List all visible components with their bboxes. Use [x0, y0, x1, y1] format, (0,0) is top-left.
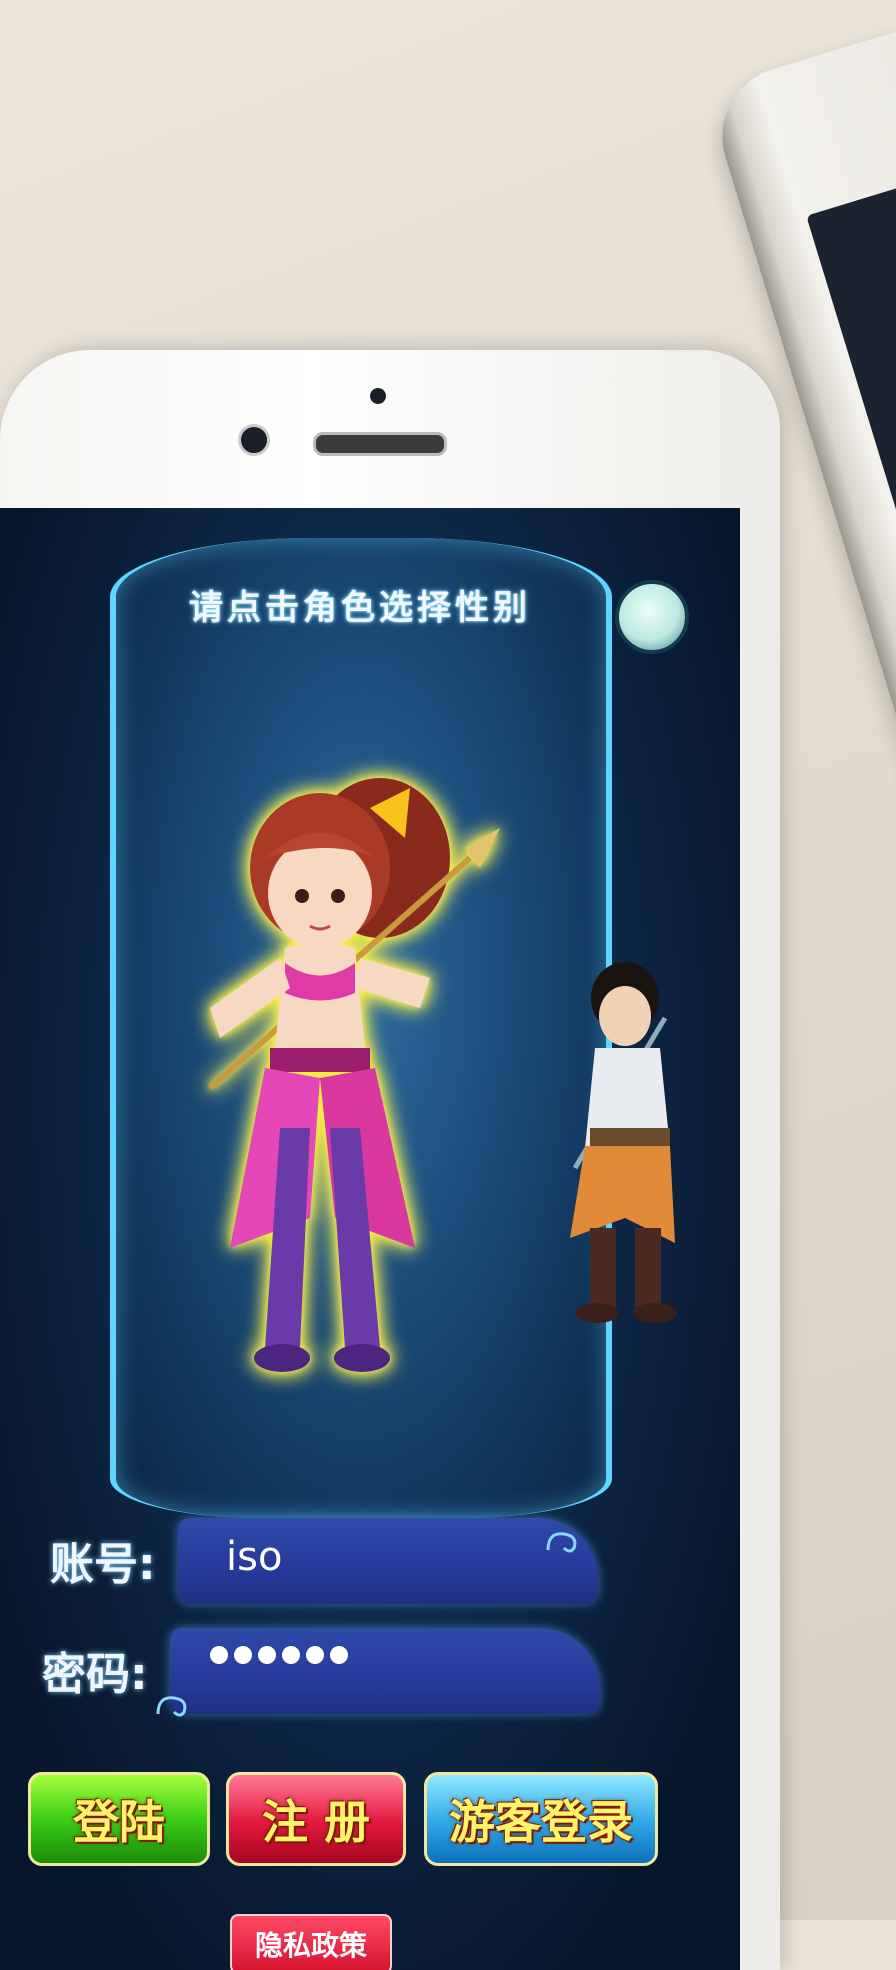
password-field[interactable]: ●●●●●● [156, 1628, 600, 1717]
password-label: 密码: [42, 1649, 148, 1700]
privacy-policy-button[interactable]: 隐私政策 [230, 1914, 392, 1970]
earpiece-speaker [313, 432, 447, 456]
female-character[interactable] [170, 748, 530, 1388]
cloud-swirl-icon [546, 1532, 577, 1553]
male-character[interactable] [555, 958, 715, 1328]
account-value: iso [226, 1534, 283, 1580]
password-value [210, 1646, 348, 1664]
page-title: 请点击角色选择性别 [189, 588, 531, 628]
game-screen: 请点击角色选择性别 账号: iso 密码: 登陆 注 册 游客登录 隐私政策 [0, 508, 740, 1970]
guest-login-button[interactable]: 游客登录 [424, 1772, 658, 1866]
account-label: 账号: [50, 1539, 156, 1590]
login-button[interactable]: 登陆 [28, 1772, 210, 1866]
phone-device: 请点击角色选择性别 账号: iso 密码: 登陆 注 册 游客登录 隐私政策 [0, 350, 780, 1970]
cloud-swirl-icon [156, 1696, 187, 1717]
front-camera [238, 424, 270, 456]
circle-toggle-icon[interactable] [615, 580, 689, 654]
register-button[interactable]: 注 册 [226, 1772, 406, 1866]
proximity-sensor [370, 388, 386, 404]
account-field[interactable]: iso [178, 1518, 598, 1604]
background-phone-screen [806, 151, 896, 1077]
